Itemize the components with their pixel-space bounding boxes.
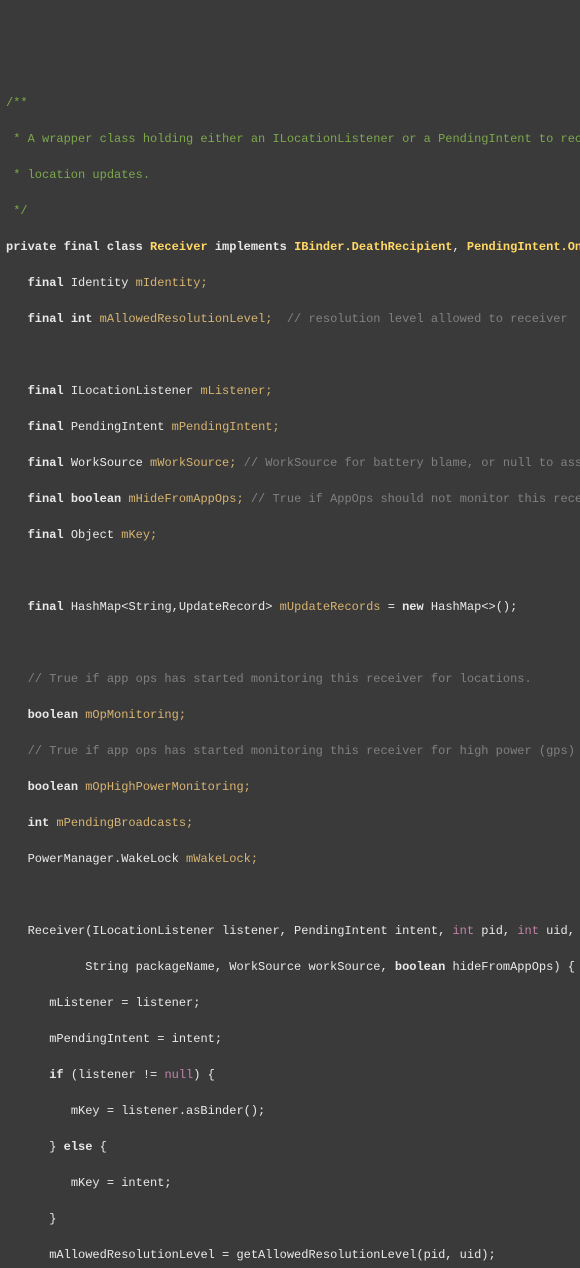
code-line: mAllowedResolutionLevel = getAllowedReso…: [6, 1246, 580, 1264]
code-line: private final class Receiver implements …: [6, 238, 580, 256]
code-line: mPendingIntent = intent;: [6, 1030, 580, 1048]
code-line: final Object mKey;: [6, 526, 580, 544]
code-line: final HashMap<String,UpdateRecord> mUpda…: [6, 598, 580, 616]
code-line: [6, 562, 580, 580]
code-line: * location updates.: [6, 166, 580, 184]
code-line: } else {: [6, 1138, 580, 1156]
code-line: final ILocationListener mListener;: [6, 382, 580, 400]
code-line: mListener = listener;: [6, 994, 580, 1012]
code-line: final int mAllowedResolutionLevel; // re…: [6, 310, 580, 328]
code-line: Receiver(ILocationListener listener, Pen…: [6, 922, 580, 940]
code-line: boolean mOpHighPowerMonitoring;: [6, 778, 580, 796]
code-line: String packageName, WorkSource workSourc…: [6, 958, 580, 976]
code-editor-viewport[interactable]: /** * A wrapper class holding either an …: [6, 76, 580, 1268]
code-line: */: [6, 202, 580, 220]
code-line: * A wrapper class holding either an ILoc…: [6, 130, 580, 148]
code-line: }: [6, 1210, 580, 1228]
code-line: // True if app ops has started monitorin…: [6, 742, 580, 760]
code-line: [6, 634, 580, 652]
code-line: /**: [6, 94, 580, 112]
code-line: final Identity mIdentity;: [6, 274, 580, 292]
code-line: [6, 346, 580, 364]
code-line: boolean mOpMonitoring;: [6, 706, 580, 724]
code-line: int mPendingBroadcasts;: [6, 814, 580, 832]
code-line: [6, 886, 580, 904]
code-line: final PendingIntent mPendingIntent;: [6, 418, 580, 436]
code-line: final WorkSource mWorkSource; // WorkSou…: [6, 454, 580, 472]
code-line: // True if app ops has started monitorin…: [6, 670, 580, 688]
code-line: final boolean mHideFromAppOps; // True i…: [6, 490, 580, 508]
code-line: mKey = listener.asBinder();: [6, 1102, 580, 1120]
code-line: PowerManager.WakeLock mWakeLock;: [6, 850, 580, 868]
code-line: mKey = intent;: [6, 1174, 580, 1192]
code-line: if (listener != null) {: [6, 1066, 580, 1084]
